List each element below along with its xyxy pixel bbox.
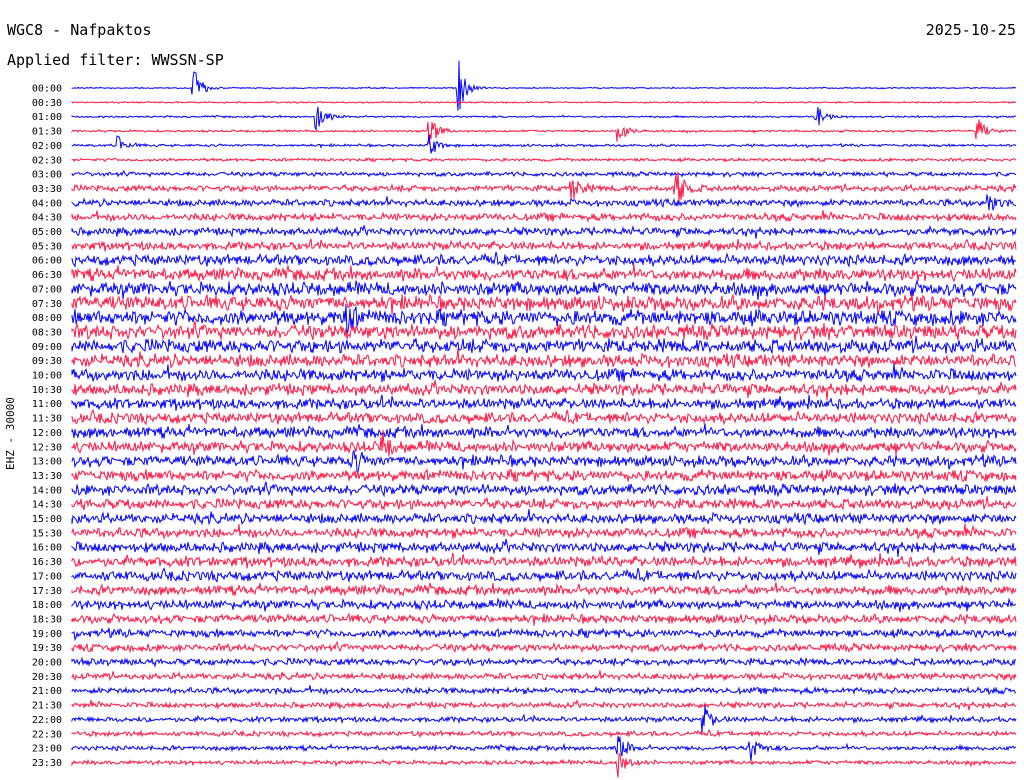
seismic-trace-2030 — [71, 670, 1017, 682]
row-time-label: 21:30 — [32, 701, 62, 712]
row-time-label: 08:00 — [32, 313, 62, 324]
seismic-trace-1700 — [71, 567, 1017, 583]
seismic-trace-1530 — [71, 523, 1017, 540]
row-time-label: 05:30 — [32, 241, 62, 252]
row-time-label: 13:00 — [32, 457, 62, 468]
row-time-label: 09:30 — [32, 356, 62, 367]
row-time-label: 17:00 — [32, 571, 62, 582]
row-time-label: 04:30 — [32, 213, 62, 224]
seismic-trace-2230 — [71, 728, 1017, 739]
row-time-label: 00:00 — [32, 84, 62, 95]
row-time-label: 20:30 — [32, 672, 62, 683]
trace-group — [71, 60, 1017, 778]
seismic-trace-0130 — [71, 119, 1017, 145]
seismic-trace-1200 — [71, 423, 1017, 440]
row-time-label: 22:30 — [32, 729, 62, 740]
row-time-label: 02:00 — [32, 141, 62, 152]
seismic-trace-1900 — [71, 627, 1017, 642]
seismic-trace-0330 — [71, 171, 1017, 202]
seismic-trace-0300 — [71, 169, 1017, 179]
row-time-label: 20:00 — [32, 658, 62, 669]
row-time-label: 03:00 — [32, 170, 62, 181]
row-time-label: 16:30 — [32, 557, 62, 568]
seismic-trace-0500 — [71, 224, 1017, 239]
row-time-label: 22:00 — [32, 715, 62, 726]
row-time-label: 09:00 — [32, 342, 62, 353]
seismic-trace-0600 — [71, 251, 1017, 268]
seismic-trace-0100 — [71, 106, 1017, 130]
seismic-trace-2200 — [71, 705, 1017, 733]
row-time-label: 01:30 — [32, 127, 62, 138]
row-time-label: 17:30 — [32, 586, 62, 597]
row-time-label: 04:00 — [32, 198, 62, 209]
seismic-trace-0900 — [71, 335, 1017, 355]
seismic-trace-0730 — [71, 293, 1017, 315]
helicorder-plot: 00:00 00:30 01:00 01:30 02:00 02:30 03:00 03:30… — [32, 60, 1017, 778]
seismic-trace-0030 — [71, 100, 1017, 105]
seismic-trace-2100 — [71, 685, 1017, 696]
seismic-trace-2330 — [71, 753, 1017, 778]
row-time-label: 19:30 — [32, 643, 62, 654]
seismic-trace-1800 — [71, 597, 1017, 612]
seismic-trace-0200 — [71, 134, 1017, 154]
row-time-label: 23:00 — [32, 744, 62, 755]
row-time-label: 12:00 — [32, 428, 62, 439]
row-time-label: 15:30 — [32, 528, 62, 539]
seismic-trace-1930 — [71, 640, 1017, 654]
seismic-trace-1630 — [71, 552, 1017, 569]
seismic-trace-1130 — [71, 408, 1017, 426]
seismic-trace-1830 — [71, 612, 1017, 626]
seismic-trace-1300 — [71, 449, 1017, 473]
row-time-label: 01:00 — [32, 112, 62, 123]
seismic-trace-1330 — [71, 467, 1017, 483]
row-time-label: 07:00 — [32, 284, 62, 295]
row-time-label: 10:30 — [32, 385, 62, 396]
row-time-label: 14:00 — [32, 485, 62, 496]
seismic-trace-1430 — [71, 496, 1017, 512]
row-time-label: 18:00 — [32, 600, 62, 611]
row-time-label: 21:00 — [32, 686, 62, 697]
seismic-trace-0530 — [71, 238, 1017, 252]
row-time-label: 18:30 — [32, 614, 62, 625]
seismic-trace-1030 — [71, 380, 1017, 401]
row-time-label: 11:00 — [32, 399, 62, 410]
row-time-label: 19:00 — [32, 629, 62, 640]
row-time-label: 06:30 — [32, 270, 62, 281]
row-time-label: 12:30 — [32, 442, 62, 453]
seismic-trace-1600 — [71, 538, 1017, 557]
seismic-trace-2300 — [71, 735, 1017, 762]
row-time-label: 06:00 — [32, 256, 62, 267]
row-time-label: 03:30 — [32, 184, 62, 195]
row-time-label: 00:30 — [32, 98, 62, 109]
seismic-trace-0000 — [71, 60, 1017, 111]
seismic-trace-1100 — [71, 394, 1017, 411]
row-time-label: 10:00 — [32, 371, 62, 382]
seismic-trace-2130 — [71, 699, 1017, 711]
seismic-trace-1500 — [71, 508, 1017, 526]
row-time-label: 02:30 — [32, 155, 62, 166]
row-time-label: 11:30 — [32, 414, 62, 425]
row-time-label: 15:00 — [32, 514, 62, 525]
helicorder-page: { "header": { "station": "WGC8 - Nafpakt… — [0, 0, 1024, 780]
row-time-label: 14:30 — [32, 500, 62, 511]
seismic-trace-0230 — [71, 156, 1017, 163]
seismic-trace-0630 — [71, 264, 1017, 283]
row-label-group: 00:00 00:30 01:00 01:30 02:00 02:30 03:00 03:30… — [32, 84, 62, 769]
seismic-trace-0430 — [71, 210, 1017, 224]
row-time-label: 08:30 — [32, 327, 62, 338]
row-time-label: 07:30 — [32, 299, 62, 310]
seismic-trace-0400 — [71, 194, 1017, 211]
row-time-label: 16:00 — [32, 543, 62, 554]
seismic-trace-2000 — [71, 656, 1017, 668]
seismic-trace-1000 — [71, 363, 1017, 384]
seismic-trace-0830 — [71, 320, 1017, 341]
row-time-label: 05:00 — [32, 227, 62, 238]
seismic-trace-1400 — [71, 481, 1017, 498]
row-time-label: 13:30 — [32, 471, 62, 482]
seismic-trace-0930 — [71, 348, 1017, 370]
row-time-label: 23:30 — [32, 758, 62, 769]
seismic-trace-1730 — [71, 582, 1017, 597]
